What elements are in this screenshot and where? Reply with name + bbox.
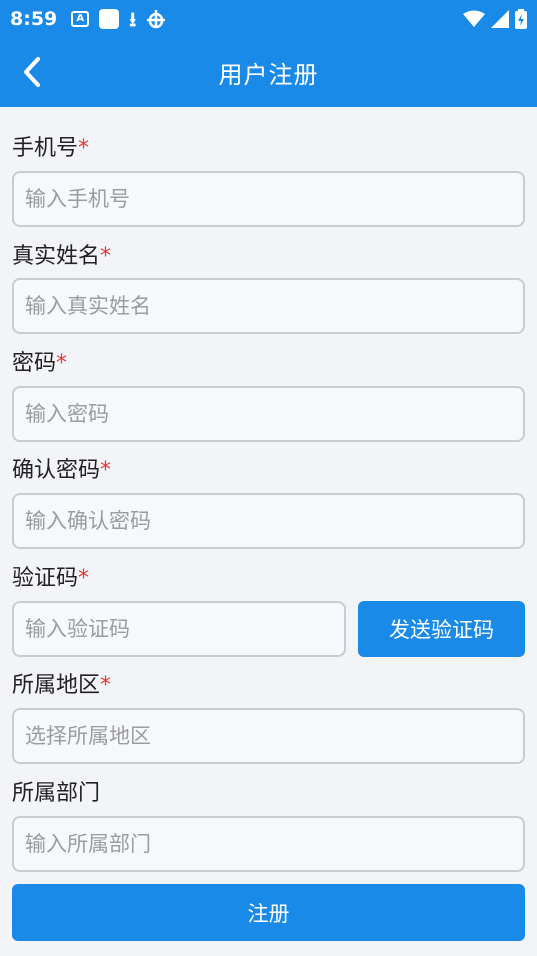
status-notification-icons: A ⭳: [71, 8, 166, 30]
password-label: 密码*: [12, 349, 67, 379]
phone-label-text: 手机号: [12, 136, 79, 161]
app-bar: 用户注册: [0, 37, 537, 107]
battery-icon: [515, 8, 527, 29]
department-input[interactable]: [12, 816, 525, 872]
name-label-text: 真实姓名: [12, 244, 101, 269]
status-time: 8:59: [10, 7, 58, 30]
a-notification-icon: A: [71, 10, 90, 27]
code-label: 验证码*: [12, 564, 89, 594]
required-mark: *: [56, 351, 68, 376]
required-mark: *: [100, 458, 112, 483]
wifi-icon: [463, 10, 485, 27]
name-label: 真实姓名*: [12, 242, 111, 272]
required-mark: *: [78, 136, 90, 161]
verification-code-input[interactable]: [12, 601, 346, 657]
phone-input[interactable]: [12, 171, 525, 227]
page-title: 用户注册: [218, 60, 319, 89]
register-button[interactable]: 注册: [12, 884, 525, 941]
confirm-password-label-text: 确认密码: [12, 458, 101, 483]
name-input[interactable]: [12, 278, 525, 334]
send-code-button[interactable]: 发送验证码: [358, 601, 525, 657]
confirm-password-label: 确认密码*: [12, 456, 111, 486]
phone-label: 手机号*: [12, 134, 89, 164]
required-mark: *: [100, 673, 112, 698]
status-system-icons: [463, 8, 527, 29]
required-mark: *: [100, 244, 112, 269]
status-bar: 8:59 A ⭳: [0, 0, 537, 37]
department-label-text: 所属部门: [12, 781, 101, 806]
bug-icon: [147, 9, 166, 28]
department-label: 所属部门: [12, 779, 100, 809]
password-input[interactable]: [12, 386, 525, 442]
code-label-text: 验证码: [12, 566, 79, 591]
app-notification-icon: [99, 8, 120, 29]
region-select[interactable]: [12, 708, 525, 764]
required-mark: *: [78, 566, 90, 591]
confirm-password-input[interactable]: [12, 493, 525, 549]
region-label-text: 所属地区: [12, 673, 101, 698]
download-icon: ⭳: [129, 6, 137, 31]
signal-icon: [491, 9, 509, 28]
region-label: 所属地区*: [12, 671, 111, 701]
password-label-text: 密码: [12, 351, 57, 376]
